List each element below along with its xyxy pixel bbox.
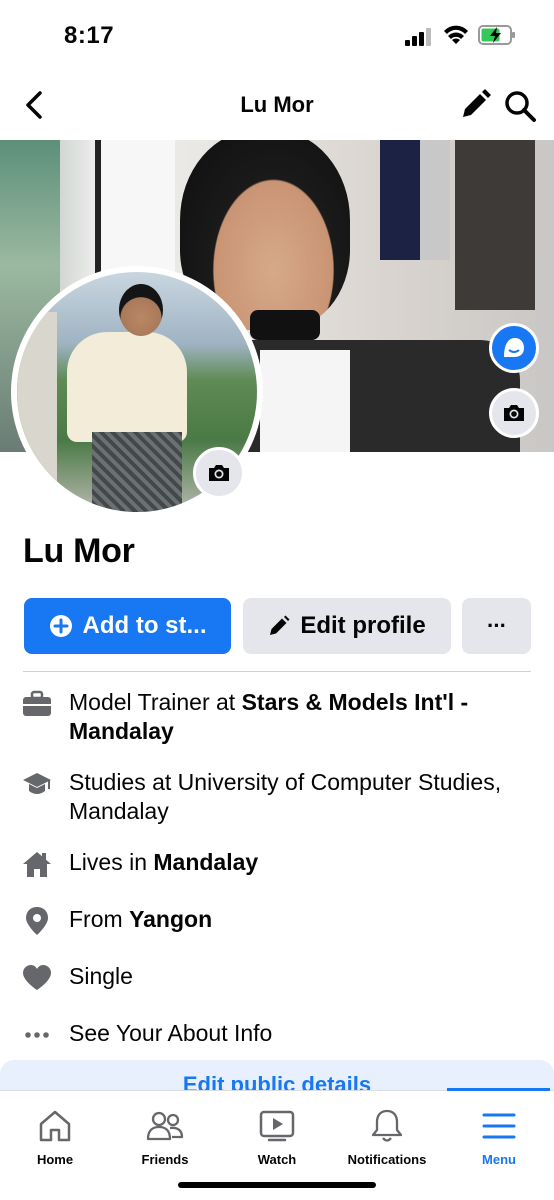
- add-to-story-button[interactable]: Add to st...: [24, 598, 231, 654]
- pencil-icon: [268, 615, 290, 637]
- tab-home-label: Home: [36, 1152, 74, 1167]
- signal-icon: [405, 28, 433, 46]
- plus-circle-icon: [49, 614, 73, 638]
- avatar-icon: [504, 338, 524, 357]
- edit-profile-label: Edit profile: [300, 612, 426, 639]
- tab-notifications[interactable]: Notifications: [332, 1100, 442, 1170]
- more-options-label: ···: [487, 613, 507, 638]
- avatar-button[interactable]: [489, 323, 539, 373]
- briefcase-icon: [21, 688, 53, 720]
- profile-name: Lu Mor: [23, 532, 135, 570]
- tab-watch[interactable]: Watch: [222, 1100, 332, 1170]
- tab-menu-label: Menu: [482, 1152, 516, 1167]
- nav-header: Lu Mor: [0, 70, 554, 140]
- active-tab-indicator: [447, 1088, 550, 1091]
- more-dots-icon: [21, 1019, 53, 1051]
- home-icon: [35, 1106, 75, 1146]
- watch-icon: [257, 1106, 297, 1146]
- house-icon: [21, 848, 53, 880]
- camera-icon: [209, 465, 229, 481]
- detail-about-info-text: See Your About Info: [69, 1020, 273, 1046]
- heart-icon: [21, 962, 53, 994]
- detail-lives-bold: Mandalay: [153, 849, 259, 875]
- bell-icon: [367, 1106, 407, 1146]
- status-time: 8:17: [64, 22, 115, 49]
- divider: [23, 671, 531, 672]
- wifi-icon: [444, 25, 468, 44]
- add-to-story-label: Add to st...: [82, 612, 207, 639]
- tab-home[interactable]: Home: [0, 1100, 110, 1170]
- detail-from-prefix: From: [69, 906, 130, 932]
- status-bar: 8:17: [0, 0, 554, 70]
- detail-from-bold: Yangon: [129, 906, 213, 932]
- battery-icon: [478, 25, 515, 45]
- pencil-icon[interactable]: [458, 88, 492, 122]
- tab-menu[interactable]: Menu: [444, 1100, 554, 1170]
- profile-camera-button[interactable]: [193, 447, 245, 499]
- menu-icon: [479, 1106, 519, 1146]
- search-icon[interactable]: [502, 88, 538, 124]
- detail-lives-prefix: Lives in: [69, 849, 154, 875]
- graduation-cap-icon: [21, 768, 53, 800]
- location-pin-icon: [21, 905, 53, 937]
- tab-watch-label: Watch: [257, 1152, 297, 1167]
- edit-profile-button[interactable]: Edit profile: [243, 598, 451, 654]
- tab-friends-label: Friends: [141, 1152, 189, 1167]
- tab-friends[interactable]: Friends: [110, 1100, 220, 1170]
- detail-work-prefix: Model Trainer at: [69, 689, 242, 715]
- friends-icon: [145, 1106, 185, 1146]
- home-indicator: [178, 1182, 376, 1188]
- tab-notifications-label: Notifications: [347, 1152, 427, 1167]
- cover-camera-button[interactable]: [489, 388, 539, 438]
- detail-education-text: Studies at University of Computer Studie…: [69, 769, 502, 824]
- detail-relationship-text: Single: [69, 963, 133, 989]
- more-options-button[interactable]: ···: [462, 598, 531, 654]
- camera-icon: [504, 405, 524, 421]
